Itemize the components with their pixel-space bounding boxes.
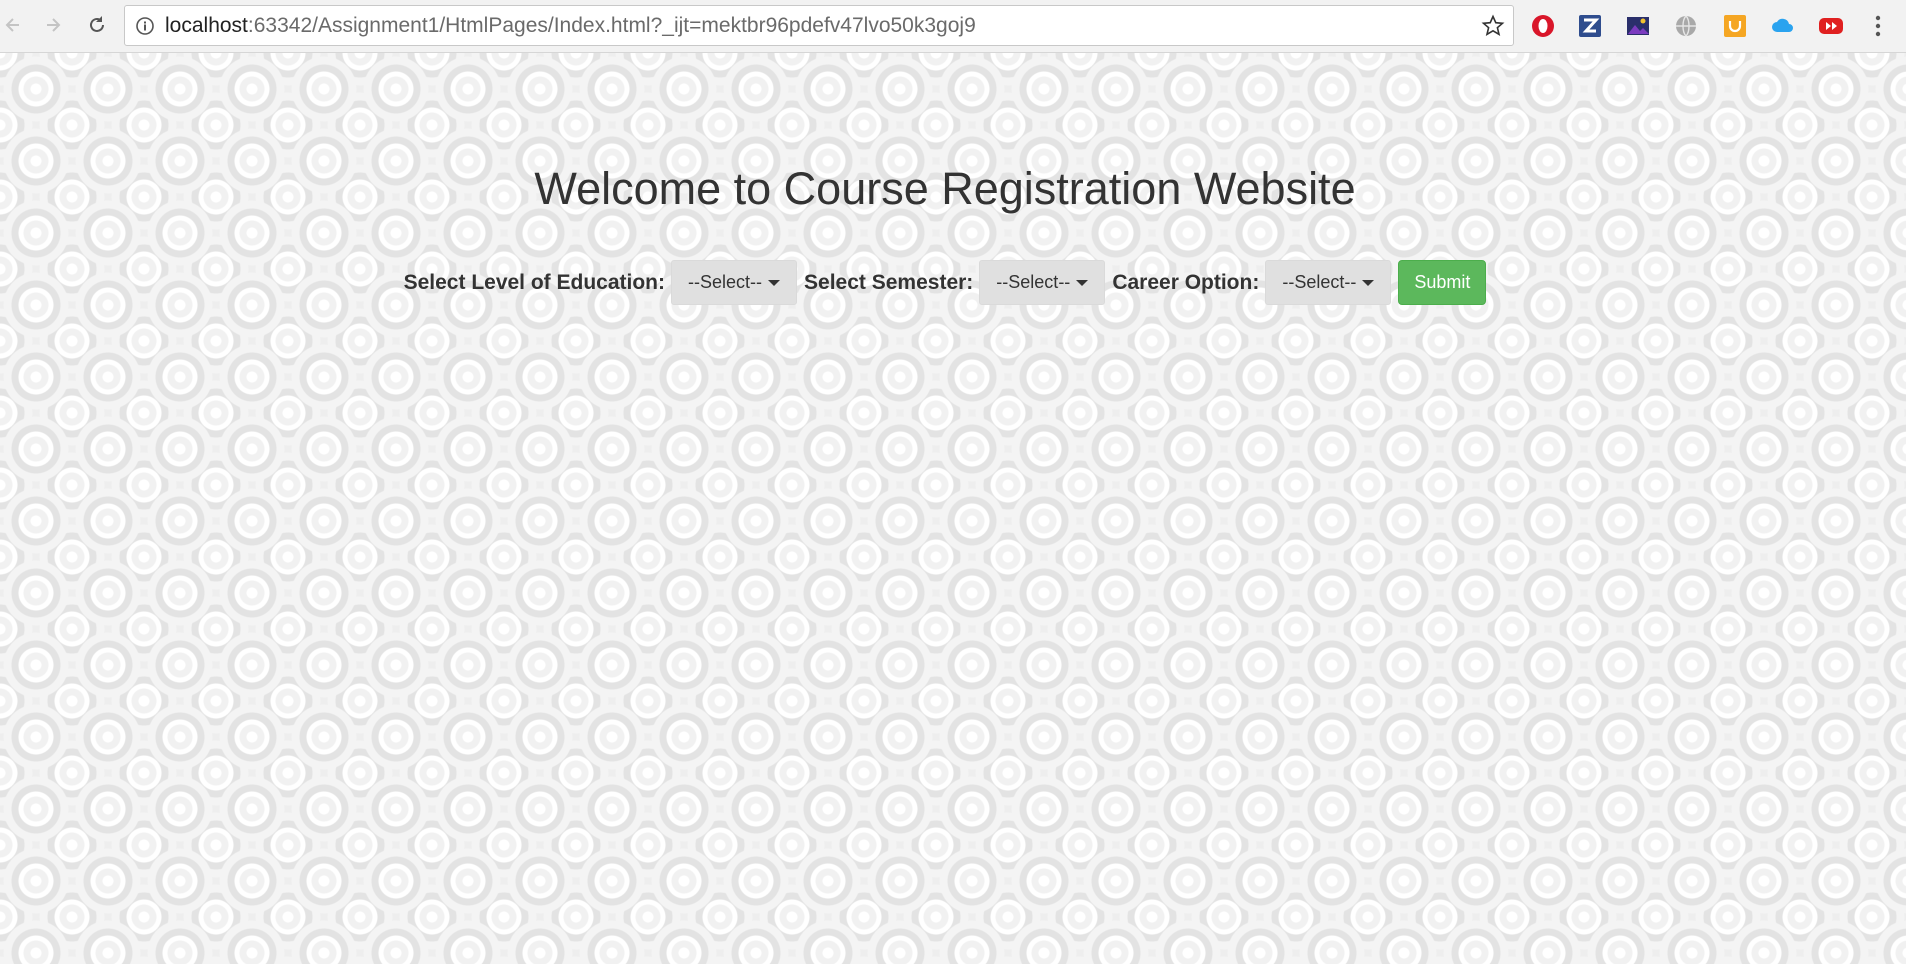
honey-icon[interactable]: [1722, 13, 1748, 39]
bookmark-star-icon[interactable]: [1481, 14, 1505, 38]
submit-button[interactable]: Submit: [1398, 260, 1487, 305]
forward-icon[interactable]: [40, 12, 66, 38]
url-host: localhost: [165, 14, 248, 37]
education-label: Select Level of Education:: [403, 270, 666, 294]
education-select[interactable]: --Select--: [671, 260, 798, 305]
browser-toolbar: localhost:63342/Assignment1/HtmlPages/In…: [0, 0, 1906, 53]
page-title: Welcome to Course Registration Website: [534, 163, 1356, 214]
url-text: localhost:63342/Assignment1/HtmlPages/In…: [165, 6, 976, 45]
semester-label: Select Semester:: [804, 270, 974, 294]
career-select[interactable]: --Select--: [1265, 260, 1392, 305]
zotero-icon[interactable]: [1577, 13, 1603, 39]
career-select-value: --Select--: [1282, 272, 1357, 292]
youtube-icon[interactable]: [1818, 13, 1844, 39]
education-select-value: --Select--: [688, 272, 763, 292]
page-body: Welcome to Course Registration Website S…: [0, 53, 1906, 964]
photo-icon[interactable]: [1625, 13, 1651, 39]
caret-down-icon: [1076, 279, 1089, 286]
opera-icon[interactable]: [1530, 13, 1556, 39]
semester-select-value: --Select--: [996, 272, 1071, 292]
address-bar[interactable]: localhost:63342/Assignment1/HtmlPages/In…: [124, 5, 1514, 46]
info-icon[interactable]: [135, 16, 155, 36]
globe-icon[interactable]: [1673, 13, 1699, 39]
url-path: :63342/Assignment1/HtmlPages/Index.html?…: [247, 14, 976, 37]
caret-down-icon: [768, 279, 781, 286]
registration-form: Select Level of Education: --Select-- Se…: [0, 260, 1890, 305]
caret-down-icon: [1362, 279, 1375, 286]
cloud-icon[interactable]: [1770, 13, 1796, 39]
career-label: Career Option:: [1112, 270, 1260, 294]
browser-menu-icon[interactable]: [1868, 12, 1888, 40]
reload-icon[interactable]: [84, 12, 110, 38]
back-icon[interactable]: [0, 12, 26, 38]
semester-select[interactable]: --Select--: [979, 260, 1106, 305]
